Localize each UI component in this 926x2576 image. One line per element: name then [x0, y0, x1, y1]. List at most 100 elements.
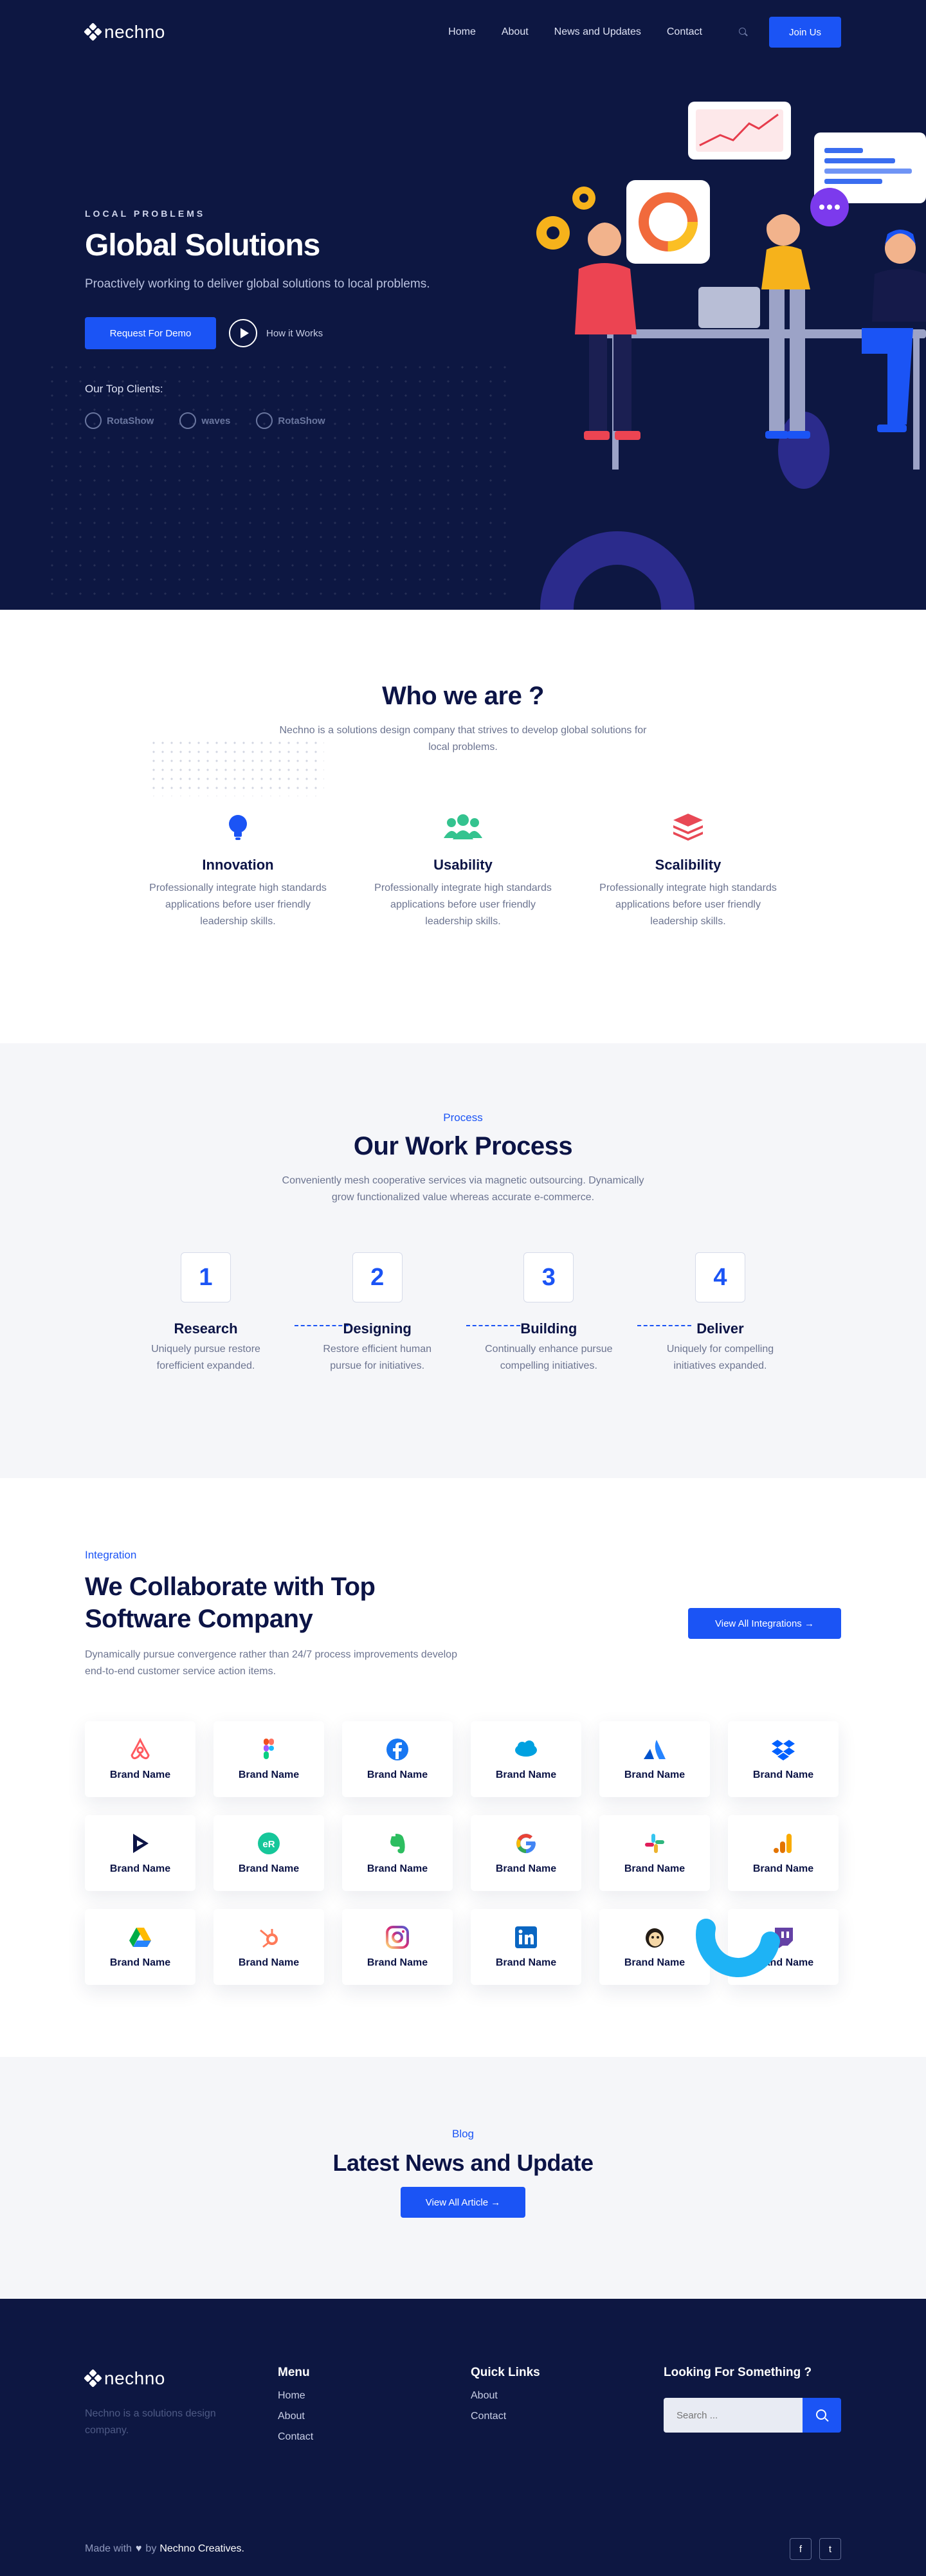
process-title: Our Work Process	[353, 1132, 573, 1160]
layers-icon	[673, 814, 703, 841]
brand-name: nechno	[104, 22, 165, 42]
view-all-article-button[interactable]: View All Article →	[401, 2187, 525, 2218]
brand-card[interactable]: Brand Name	[728, 1815, 839, 1891]
step-title: Designing	[343, 1320, 412, 1337]
mailchimp-icon	[646, 1928, 664, 1948]
google-drive-icon	[129, 1928, 151, 1947]
logo-icon	[84, 2369, 102, 2388]
nav-news[interactable]: News and Updates	[554, 26, 641, 38]
how-it-works-button[interactable]: How it Works	[229, 319, 323, 347]
step-designing: 2 Designing Restore efficient human purs…	[313, 1252, 520, 1375]
brand-card[interactable]: Brand Name	[85, 1721, 195, 1797]
search-icon[interactable]	[738, 27, 749, 37]
footer-link-contact[interactable]: Contact	[471, 2411, 540, 2422]
brand-name: Brand Name	[109, 1957, 171, 1968]
who-title: Who we are ?	[382, 682, 544, 710]
client-logo: RotaShow	[256, 412, 325, 429]
step-text: Restore efficient human pursue for initi…	[323, 1344, 431, 1371]
integration-subtitle: Dynamically pursue convergence rather th…	[85, 1649, 457, 1677]
brand-name: Brand Name	[238, 1863, 300, 1874]
logo-icon	[84, 23, 102, 41]
brand-card[interactable]: Brand Name	[213, 1721, 324, 1797]
footer-link-about[interactable]: About	[471, 2390, 540, 2402]
evernote-icon	[390, 1834, 405, 1854]
footer-about-text: Nechno is a solutions design company.	[85, 2408, 216, 2436]
nav-about[interactable]: About	[502, 26, 529, 38]
request-demo-button[interactable]: Request For Demo	[85, 317, 216, 349]
heart-icon: ♥	[135, 2543, 142, 2554]
decorative-ring	[540, 531, 694, 610]
footer-link-home[interactable]: Home	[278, 2390, 313, 2402]
brand-card[interactable]: Brand Name	[85, 1815, 195, 1891]
brand-card[interactable]: eR Brand Name	[213, 1815, 324, 1891]
process-subtitle: Conveniently mesh cooperative services v…	[282, 1175, 644, 1203]
process-section: Process Our Work Process Conveniently me…	[0, 1043, 926, 1478]
brand-card[interactable]: Brand Name	[85, 1909, 195, 1985]
page: nechno Home About News and Updates Conta…	[0, 0, 926, 2576]
footer-about: nechno Nechno is a solutions design comp…	[84, 2368, 239, 2439]
brand-name: Brand Name	[367, 1957, 428, 1968]
feature-title: Innovation	[202, 857, 274, 873]
blog-title: Latest News and Update	[332, 2150, 594, 2176]
client-name: waves	[201, 415, 231, 426]
who-subtitle: Nechno is a solutions design company tha…	[279, 725, 647, 753]
hubspot-icon	[260, 1929, 278, 1948]
footer-search-input[interactable]	[664, 2398, 803, 2433]
er-icon: eR	[258, 1832, 280, 1854]
team-illustration	[536, 102, 926, 489]
feature-text: Professionally integrate high standards …	[599, 882, 777, 927]
facebook-icon[interactable]: f	[790, 2538, 812, 2560]
brand-card[interactable]: Brand Name	[342, 1721, 453, 1797]
brand-card[interactable]: Brand Name	[599, 1721, 710, 1797]
google-icon	[516, 1834, 536, 1854]
slack-icon	[645, 1834, 664, 1853]
feature-title: Usability	[433, 857, 493, 873]
footer-logo[interactable]: nechno	[84, 2368, 239, 2389]
client-logos: RotaShow waves RotaShow	[85, 412, 496, 429]
brand-card[interactable]: Brand Name	[213, 1909, 324, 1985]
brand-card[interactable]: Brand Name	[728, 1721, 839, 1797]
figma-icon	[264, 1739, 274, 1759]
brand-name: Brand Name	[367, 1769, 428, 1780]
dropbox-icon	[772, 1740, 795, 1760]
brand-name: Brand Name	[109, 1769, 171, 1780]
process-steps: 1 Research Uniquely pursue restore foref…	[141, 1252, 785, 1375]
svg-text:eR: eR	[262, 1839, 275, 1850]
step-title: Research	[174, 1320, 238, 1337]
blog-tag: Blog	[451, 2128, 475, 2140]
integration-title-line: Software Company	[85, 1605, 313, 1633]
twitter-icon[interactable]: t	[819, 2538, 841, 2560]
made-author[interactable]: Nechno Creatives.	[159, 2543, 244, 2555]
brand-card[interactable]: Brand Name	[342, 1909, 453, 1985]
dot-pattern	[149, 738, 324, 796]
brand-name: Brand Name	[624, 1769, 685, 1780]
brand-name: Brand Name	[367, 1863, 428, 1874]
feature-innovation: Innovation Professionally integrate high…	[141, 812, 334, 930]
brand-name: Brand Name	[238, 1957, 300, 1968]
who-we-are-section: Who we are ? Nechno is a solutions desig…	[0, 610, 926, 1043]
integration-title-line: We Collaborate with Top	[85, 1573, 376, 1601]
client-logo: RotaShow	[85, 412, 154, 429]
brand-card[interactable]: Brand Name	[599, 1815, 710, 1891]
join-button[interactable]: Join Us	[769, 17, 841, 48]
brand-card[interactable]: Brand Name	[342, 1815, 453, 1891]
brand-name: nechno	[104, 2368, 165, 2388]
integration-tag: Integration	[85, 1549, 137, 1561]
process-tag: Process	[443, 1111, 483, 1124]
search-button[interactable]	[803, 2398, 841, 2433]
brand-card[interactable]: Brand Name	[471, 1721, 581, 1797]
step-text: Uniquely for compelling initiatives expa…	[666, 1344, 774, 1371]
footer-link-about[interactable]: About	[278, 2411, 313, 2422]
brand-card[interactable]: Brand Name	[471, 1909, 581, 1985]
nav-contact[interactable]: Contact	[667, 26, 702, 38]
step-research: 1 Research Uniquely pursue restore foref…	[141, 1252, 349, 1375]
brand-card[interactable]: Brand Name	[471, 1815, 581, 1891]
footer-link-contact[interactable]: Contact	[278, 2431, 313, 2443]
step-number: 1	[181, 1252, 231, 1302]
nav-home[interactable]: Home	[448, 26, 476, 38]
instagram-icon	[386, 1926, 409, 1949]
logo[interactable]: nechno	[84, 22, 165, 42]
analytics-icon	[774, 1834, 792, 1853]
view-all-integrations-button[interactable]: View All Integrations →	[688, 1608, 841, 1639]
how-it-works-label: How it Works	[266, 327, 323, 339]
